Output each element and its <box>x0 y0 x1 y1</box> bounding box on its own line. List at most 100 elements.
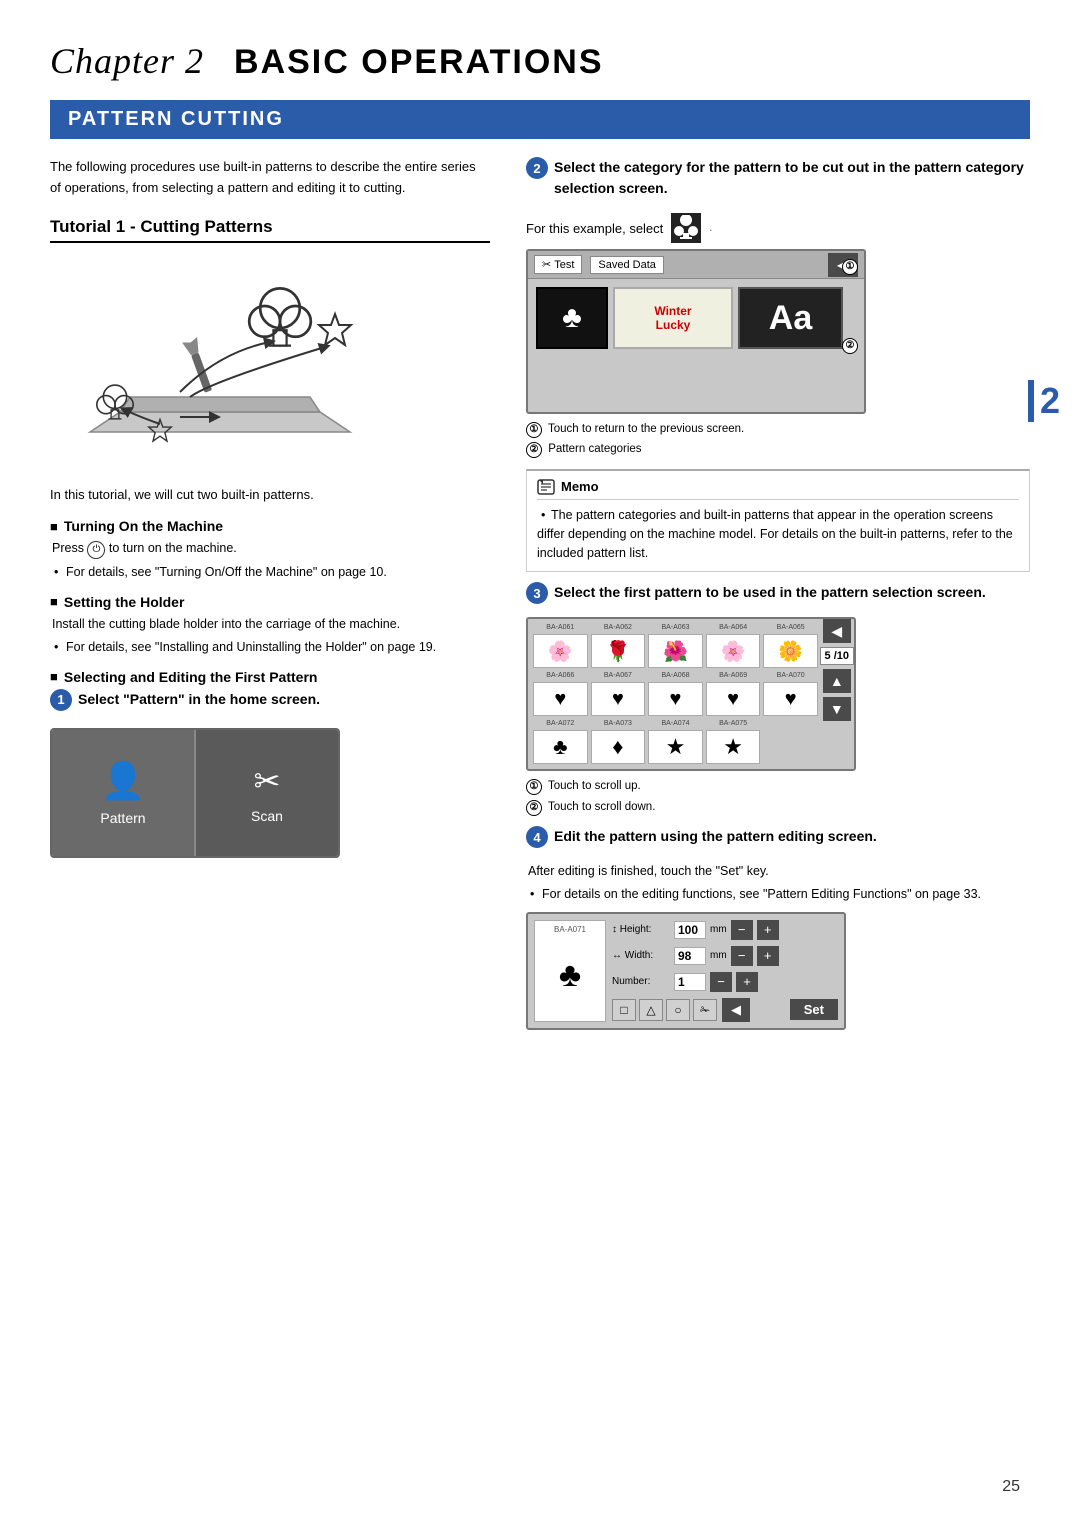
pattern-label-r3c3: BA-A074 <box>648 720 703 727</box>
height-unit: mm <box>710 924 727 935</box>
memo-title: Memo <box>537 479 1019 500</box>
width-plus-btn[interactable]: + <box>757 946 779 966</box>
turning-on-body: Press ⏻ to turn on the machine. <box>50 538 490 559</box>
pattern-label-r1c1: BA-A061 <box>533 624 588 631</box>
number-plus-btn[interactable]: + <box>736 972 758 992</box>
anno2-label: Pattern categories <box>548 443 641 455</box>
cat-topbar: ✂ Test Saved Data ◀ <box>528 251 864 279</box>
step4-after-editing: After editing is finished, touch the "Se… <box>526 861 1030 881</box>
toolbar-btn-circle[interactable]: ○ <box>666 999 690 1021</box>
step3-anno2-text: ② Touch to scroll down. <box>526 798 1030 816</box>
number-minus-btn[interactable]: − <box>710 972 732 992</box>
pattern-cell-r3c3[interactable]: ★ <box>648 730 703 764</box>
step3-anno1-circle: ① <box>526 779 542 795</box>
pattern-label: Pattern <box>100 810 145 826</box>
test-button[interactable]: ✂ Test <box>534 255 582 274</box>
saved-data-button[interactable]: Saved Data <box>590 256 663 274</box>
width-minus-btn[interactable]: − <box>731 946 753 966</box>
step1-label: Select "Pattern" in the home screen. <box>78 689 490 710</box>
memo-body: The pattern categories and built-in patt… <box>537 508 1013 560</box>
step3-anno2-circle: ② <box>526 800 542 816</box>
pattern-cell-r3c2[interactable]: ♦ <box>591 730 646 764</box>
step3-anno1-label: Touch to scroll up. <box>548 780 641 792</box>
pattern-icon: 👤 <box>101 760 146 802</box>
anno-circle-1: ① <box>842 257 858 275</box>
pattern-label-r1c3: BA-A063 <box>648 624 703 631</box>
height-plus-btn[interactable]: + <box>757 920 779 940</box>
pattern-sidebar: ◀ 5 /10 ▲ ▼ <box>820 619 854 721</box>
pattern-label-r3c5 <box>763 720 818 727</box>
toolbar-btn-cut[interactable]: ✁ <box>693 999 717 1021</box>
step3-circle: 3 <box>526 582 548 604</box>
pattern-cell-r1c1[interactable]: 🌸 <box>533 634 588 668</box>
saved-data-label: Saved Data <box>598 259 655 271</box>
winter-category[interactable]: Winter Lucky <box>613 287 733 349</box>
pattern-label-r2c2: BA-A067 <box>591 672 646 679</box>
pattern-cell-r3c1[interactable]: ♣ <box>533 730 588 764</box>
step3-row: 3 Select the first pattern to be used in… <box>526 582 1030 611</box>
pattern-cell-r2c1[interactable]: ♥ <box>533 682 588 716</box>
pattern-cell-r1c3[interactable]: 🌺 <box>648 634 703 668</box>
text-category[interactable]: Aa <box>738 287 843 349</box>
tutorial-heading: Tutorial 1 - Cutting Patterns <box>50 217 490 243</box>
for-example-row: For this example, select . <box>526 213 1030 243</box>
pattern-label-r1c4: BA-A064 <box>706 624 761 631</box>
edit-pattern-id: BA-A071 <box>554 925 586 934</box>
illustration-caption: In this tutorial, we will cut two built-… <box>50 485 490 505</box>
pattern-label-r1c5: BA-A065 <box>763 624 818 631</box>
setting-holder-body: Install the cutting blade holder into th… <box>50 614 490 634</box>
test-label: Test <box>554 259 574 271</box>
step3-anno1-text: ① Touch to scroll up. <box>526 777 1030 795</box>
pattern-cell-r1c2[interactable]: 🌹 <box>591 634 646 668</box>
pattern-cell-r3c5 <box>763 730 818 764</box>
back-btn-pattern[interactable]: ◀ <box>823 619 851 643</box>
number-label: Number: <box>612 976 670 987</box>
number-value: 1 <box>674 973 706 991</box>
scan-label: Scan <box>251 808 283 824</box>
edit-pattern-preview: BA-A071 ♣ <box>534 920 606 1022</box>
pattern-label-r3c4: BA-A075 <box>706 720 761 727</box>
step1-circle: 1 <box>50 689 72 711</box>
club-category[interactable]: ♣ <box>536 287 608 349</box>
pattern-cell-r2c4[interactable]: ♥ <box>706 682 761 716</box>
chapter-italic: Chapter 2 <box>50 41 204 81</box>
pattern-cell-r3c4[interactable]: ★ <box>706 730 761 764</box>
pattern-label-r2c5: BA-A070 <box>763 672 818 679</box>
pattern-selection-screen: BA-A061 BA-A062 BA-A063 BA-A064 BA-A065 … <box>526 617 856 771</box>
category-screen-mockup: ✂ Test Saved Data ◀ ♣ Winter Lucky <box>526 249 866 414</box>
width-unit: mm <box>710 950 727 961</box>
turning-on-bullet: For details, see "Turning On/Off the Mac… <box>50 563 490 582</box>
pattern-button[interactable]: 👤 Pattern <box>52 730 196 856</box>
toolbar-btn-tri[interactable]: △ <box>639 999 663 1021</box>
memo-title-text: Memo <box>561 479 599 494</box>
pattern-cell-r2c2[interactable]: ♥ <box>591 682 646 716</box>
pattern-label-r2c4: BA-A069 <box>706 672 761 679</box>
toolbar-btn-rect[interactable]: □ <box>612 999 636 1021</box>
setting-holder-heading: Setting the Holder <box>50 594 490 610</box>
pattern-label-r2c3: BA-A068 <box>648 672 703 679</box>
height-row: ↕ Height: 100 mm − + <box>612 920 838 940</box>
step4-bullet: For details on the editing functions, se… <box>526 885 1030 904</box>
edit-screen-mockup: BA-A071 ♣ ↕ Height: 100 mm − + ↔ Width: … <box>526 912 846 1030</box>
edit-back-btn[interactable]: ◀ <box>722 998 750 1022</box>
scroll-down-btn[interactable]: ▼ <box>823 697 851 721</box>
width-row: ↔ Width: 98 mm − + <box>612 946 838 966</box>
chapter-tab-number: 2 <box>1028 380 1060 422</box>
pattern-cell-r2c3[interactable]: ♥ <box>648 682 703 716</box>
anno2-circle: ② <box>526 442 542 458</box>
edit-toolbar: □ △ ○ ✁ ◀ Set <box>612 998 838 1022</box>
scan-button[interactable]: ✂ Scan <box>196 730 338 856</box>
pattern-cell-r1c4[interactable]: 🌸 <box>706 634 761 668</box>
memo-icon <box>537 479 555 495</box>
memo-content: The pattern categories and built-in patt… <box>537 506 1019 564</box>
step3-anno2-label: Touch to scroll down. <box>548 801 655 813</box>
pattern-label-r3c2: BA-A073 <box>591 720 646 727</box>
scroll-up-btn[interactable]: ▲ <box>823 669 851 693</box>
set-button[interactable]: Set <box>790 999 838 1020</box>
example-shape <box>671 213 701 243</box>
pattern-cell-r1c5[interactable]: 🌼 <box>763 634 818 668</box>
count-display: 5 /10 <box>820 647 854 665</box>
width-label: ↔ Width: <box>612 950 670 961</box>
pattern-cell-r2c5[interactable]: ♥ <box>763 682 818 716</box>
height-minus-btn[interactable]: − <box>731 920 753 940</box>
